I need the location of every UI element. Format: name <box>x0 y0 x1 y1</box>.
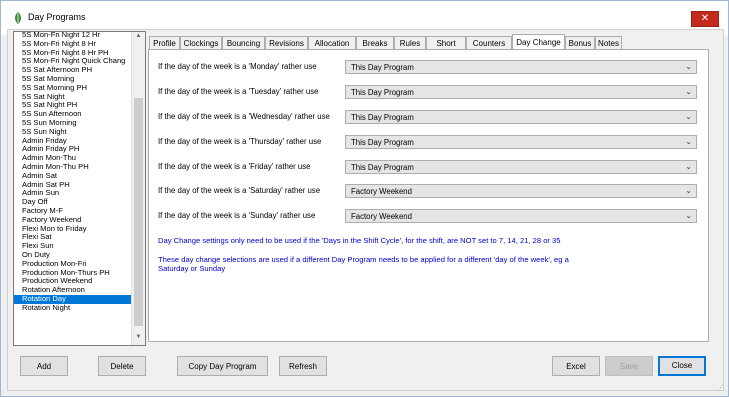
chevron-down-icon[interactable]: ⌄ <box>685 162 692 171</box>
list-item[interactable]: 5S Mon-Fri Night 8 Hr <box>14 40 131 49</box>
excel-button[interactable]: Excel <box>552 356 600 376</box>
tab-day-change[interactable]: Day Change <box>512 34 565 50</box>
day-rule-label: If the day of the week is a 'Wednesday' … <box>158 112 330 121</box>
day-rule-label: If the day of the week is a 'Friday' rat… <box>158 162 311 171</box>
delete-button[interactable]: Delete <box>98 356 146 376</box>
list-item[interactable]: Rotation Night <box>14 304 131 313</box>
list-item[interactable]: Factory Weekend <box>14 216 131 225</box>
day-program-select-value: This Day Program <box>351 113 414 122</box>
tab-breaks[interactable]: Breaks <box>356 36 394 49</box>
tab-rules[interactable]: Rules <box>394 36 426 49</box>
list-item[interactable]: 5S Sat Night PH <box>14 101 131 110</box>
list-item[interactable]: 5S Mon-Fri Night Quick Chang <box>14 57 131 66</box>
window-title: Day Programs <box>28 12 86 22</box>
day-program-select-value: Factory Weekend <box>351 212 412 221</box>
list-item[interactable]: 5S Sat Morning PH <box>14 84 131 93</box>
list-item[interactable]: Admin Sat <box>14 172 131 181</box>
list-item[interactable]: 5S Sun Morning <box>14 119 131 128</box>
scroll-down-icon[interactable]: ▼ <box>134 334 143 344</box>
refresh-button[interactable]: Refresh <box>279 356 327 376</box>
chevron-down-icon[interactable]: ⌄ <box>685 87 692 96</box>
list-item[interactable]: Production Mon-Fri <box>14 260 131 269</box>
list-item[interactable]: 5S Sat Morning <box>14 75 131 84</box>
scroll-up-icon[interactable]: ▲ <box>134 33 143 43</box>
list-item[interactable]: Admin Sat PH <box>14 181 131 190</box>
day-program-select[interactable]: This Day Program ⌄ <box>345 160 697 174</box>
day-rule-label: If the day of the week is a 'Sunday' rat… <box>158 211 316 220</box>
list-item[interactable]: Admin Mon-Thu PH <box>14 163 131 172</box>
day-programs-window: Day Programs ✕ 5S Mon-Fri Night 12 Hr 5S … <box>0 0 729 397</box>
list-item[interactable]: On Duty <box>14 251 131 260</box>
list-item[interactable]: Flexi Sun <box>14 242 131 251</box>
day-program-select-value: This Day Program <box>351 63 414 72</box>
list-item[interactable]: Flexi Mon to Friday <box>14 225 131 234</box>
chevron-down-icon[interactable]: ⌄ <box>685 186 692 195</box>
leaf-icon <box>15 12 21 24</box>
day-program-select-value: Factory Weekend <box>351 187 412 196</box>
tab-clockings[interactable]: Clockings <box>180 36 222 49</box>
close-button[interactable]: Close <box>658 356 706 376</box>
tab-notes[interactable]: Notes <box>595 36 622 49</box>
list-item[interactable]: Admin Friday PH <box>14 145 131 154</box>
day-rule-label: If the day of the week is a 'Saturday' r… <box>158 186 321 195</box>
day-program-select[interactable]: This Day Program ⌄ <box>345 85 697 99</box>
list-item[interactable]: Production Weekend <box>14 277 131 286</box>
resize-grip-icon[interactable]: ⋰ <box>717 384 724 392</box>
tab-revisions[interactable]: Revisions <box>265 36 308 49</box>
day-program-select[interactable]: This Day Program ⌄ <box>345 60 697 74</box>
save-button[interactable]: Save <box>605 356 653 376</box>
list-item[interactable]: Flexi Sat <box>14 233 131 242</box>
list-item[interactable]: 5S Sat Night <box>14 93 131 102</box>
day-rule-label: If the day of the week is a 'Thursday' r… <box>158 137 322 146</box>
tab-allocation[interactable]: Allocation <box>308 36 356 49</box>
chevron-down-icon[interactable]: ⌄ <box>685 62 692 71</box>
chevron-down-icon[interactable]: ⌄ <box>685 211 692 220</box>
list-item[interactable]: Rotation Afternoon <box>14 286 131 295</box>
chevron-down-icon[interactable]: ⌄ <box>685 137 692 146</box>
list-item[interactable]: Admin Mon-Thu <box>14 154 131 163</box>
list-item[interactable]: 5S Sun Night <box>14 128 131 137</box>
day-rule-label: If the day of the week is a 'Tuesday' ra… <box>158 87 319 96</box>
list-item[interactable]: Admin Friday <box>14 137 131 146</box>
day-program-select[interactable]: This Day Program ⌄ <box>345 135 697 149</box>
day-program-list-items: 5S Mon-Fri Night 12 Hr 5S Mon-Fri Night 8… <box>14 32 131 313</box>
day-program-select[interactable]: Factory Weekend ⌄ <box>345 209 697 223</box>
tab-bouncing[interactable]: Bouncing <box>222 36 265 49</box>
list-item[interactable]: 5S Mon-Fri Night 12 Hr <box>14 32 131 40</box>
list-item[interactable]: Admin Sun <box>14 189 131 198</box>
day-program-select-value: This Day Program <box>351 138 414 147</box>
tab-short-time[interactable]: Short Time <box>426 36 466 61</box>
note-day-change-line2: Saturday or Sunday <box>158 264 226 273</box>
list-item[interactable]: Rotation Day <box>14 294 131 304</box>
note-days-in-cycle: Day Change settings only need to be used… <box>158 236 561 245</box>
add-button[interactable]: Add <box>20 356 68 376</box>
tab-bonus[interactable]: Bonus <box>565 36 595 49</box>
list-item[interactable]: 5S Sat Afternoon PH <box>14 66 131 75</box>
copy-day-program-button[interactable]: Copy Day Program <box>177 356 268 376</box>
list-scrollbar[interactable]: ▲ ▼ <box>131 32 145 345</box>
day-change-panel: Day Change settings only need to be used… <box>148 49 709 342</box>
tab-profile[interactable]: Profile <box>149 36 180 49</box>
chevron-down-icon[interactable]: ⌄ <box>685 112 692 121</box>
day-program-list[interactable]: 5S Mon-Fri Night 12 Hr 5S Mon-Fri Night 8… <box>13 31 146 346</box>
window-close-button[interactable]: ✕ <box>691 11 719 27</box>
day-program-select[interactable]: Factory Weekend ⌄ <box>345 184 697 198</box>
list-item[interactable]: 5S Mon-Fri Night 8 Hr PH <box>14 49 131 58</box>
day-program-select[interactable]: This Day Program ⌄ <box>345 110 697 124</box>
day-rule-label: If the day of the week is a 'Monday' rat… <box>158 62 317 71</box>
day-program-select-value: This Day Program <box>351 163 414 172</box>
list-item[interactable]: Production Mon-Thurs PH <box>14 269 131 278</box>
list-item[interactable]: Factory M-F <box>14 207 131 216</box>
day-program-select-value: This Day Program <box>351 88 414 97</box>
list-item[interactable]: Day Off <box>14 198 131 207</box>
tab-counters[interactable]: Counters <box>466 36 512 49</box>
scroll-thumb[interactable] <box>134 98 143 326</box>
list-item[interactable]: 5S Sun Afternoon <box>14 110 131 119</box>
